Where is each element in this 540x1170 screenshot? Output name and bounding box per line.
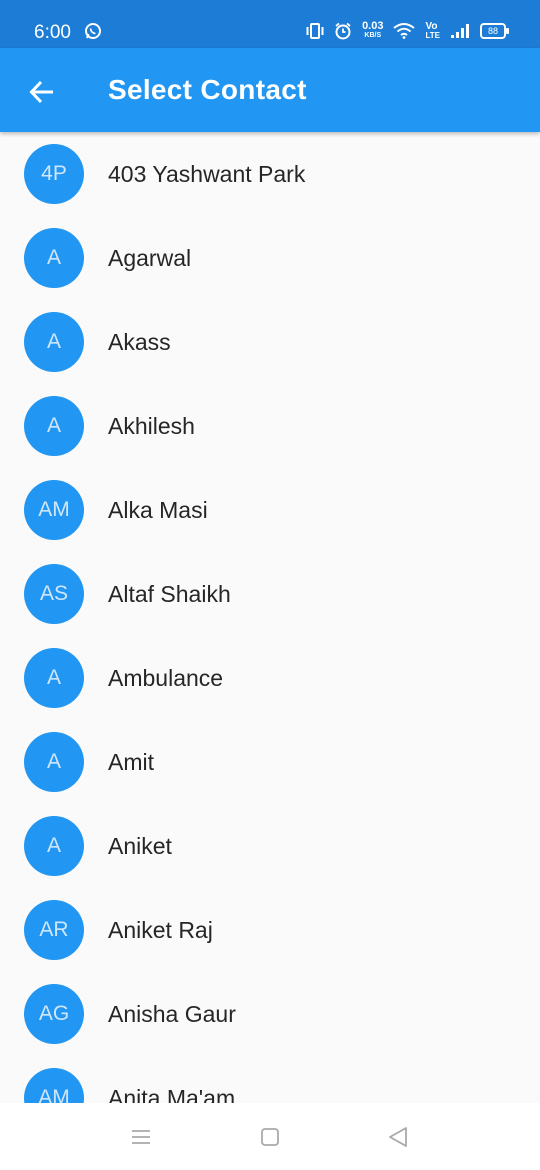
contact-name: Ambulance <box>108 665 224 691</box>
contact-row[interactable]: A Agarwal <box>0 216 540 300</box>
network-speed-unit: KB/S <box>364 32 382 39</box>
network-speed: 0.03 KB/S <box>362 20 384 40</box>
contact-list[interactable]: 4P 403 Yashwant Park A Agarwal A Akass A… <box>0 132 540 1103</box>
page-title: Select Contact <box>108 74 307 105</box>
contact-avatar: AM <box>24 1068 84 1103</box>
triangle-back-icon <box>389 1127 407 1147</box>
contact-row[interactable]: A Akass <box>0 300 540 384</box>
contact-name: Amit <box>108 749 154 775</box>
alarm-icon <box>335 22 351 40</box>
contact-row[interactable]: 4P 403 Yashwant Park <box>0 132 540 216</box>
contact-avatar: A <box>24 648 84 708</box>
contact-row[interactable]: A Aniket <box>0 804 540 888</box>
contact-row[interactable]: AM Alka Masi <box>0 468 540 552</box>
status-icons: 0.03 KB/S Vo LTE 88 <box>306 20 509 41</box>
contact-name: Agarwal <box>108 245 192 271</box>
contact-avatar: AG <box>24 984 84 1044</box>
lte-label: LTE <box>425 31 440 40</box>
contact-row[interactable]: AM Anita Ma'am <box>0 1056 540 1103</box>
contact-avatar: AM <box>24 480 84 540</box>
volte-indicator: Vo LTE <box>425 21 440 41</box>
contact-avatar: AS <box>24 564 84 624</box>
back-nav-button[interactable] <box>386 1125 410 1149</box>
app-bar: Select Contact <box>0 48 540 132</box>
contact-row[interactable]: A Akhilesh <box>0 384 540 468</box>
arrow-back-icon <box>29 80 53 104</box>
contact-row[interactable]: AS Altaf Shaikh <box>0 552 540 636</box>
contact-avatar: A <box>24 732 84 792</box>
contact-avatar: AR <box>24 900 84 960</box>
status-time: 6:00 <box>34 22 71 43</box>
contact-row[interactable]: A Amit <box>0 720 540 804</box>
system-nav-bar <box>0 1103 540 1170</box>
square-icon <box>261 1128 279 1146</box>
contact-name: Akhilesh <box>108 413 195 439</box>
network-speed-value: 0.03 <box>362 20 384 32</box>
contact-avatar: 4P <box>24 144 84 204</box>
recents-button[interactable] <box>129 1125 153 1149</box>
contact-name: Altaf Shaikh <box>108 581 231 607</box>
contact-name: Anita Ma'am <box>108 1085 236 1103</box>
menu-icon <box>132 1130 150 1144</box>
status-bar: 6:00 0.03 KB/S Vo LTE 88 <box>0 0 540 48</box>
back-button[interactable] <box>18 68 66 116</box>
home-button[interactable] <box>258 1125 282 1149</box>
contact-name: Aniket <box>108 833 172 859</box>
contact-row[interactable]: A Ambulance <box>0 636 540 720</box>
contact-avatar: A <box>24 228 84 288</box>
whatsapp-notification-icon <box>84 22 102 45</box>
contact-name: Anisha Gaur <box>108 1001 236 1027</box>
contact-avatar: A <box>24 312 84 372</box>
vibrate-icon <box>306 23 324 39</box>
signal-icon <box>451 24 469 38</box>
battery-level: 88 <box>487 26 498 36</box>
contact-row[interactable]: AG Anisha Gaur <box>0 972 540 1056</box>
contact-name: Akass <box>108 329 171 355</box>
contact-avatar: A <box>24 396 84 456</box>
volte-label: Vo <box>425 21 438 32</box>
contact-name: Aniket Raj <box>108 917 213 943</box>
contact-avatar: A <box>24 816 84 876</box>
contact-name: Alka Masi <box>108 497 208 523</box>
contact-row[interactable]: AR Aniket Raj <box>0 888 540 972</box>
contact-name: 403 Yashwant Park <box>108 161 306 187</box>
wifi-icon <box>393 23 416 39</box>
battery-icon: 88 <box>480 23 509 39</box>
